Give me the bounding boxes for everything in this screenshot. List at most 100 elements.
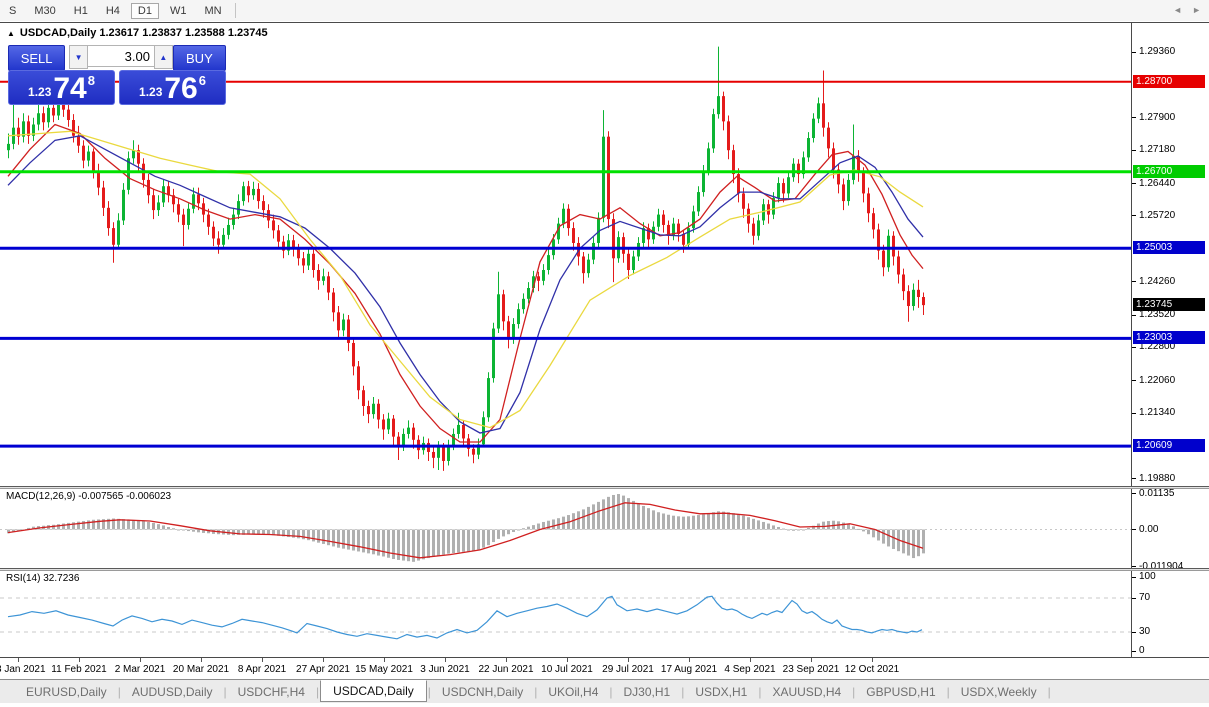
date-tick	[140, 658, 141, 662]
macd-tick	[1132, 529, 1136, 530]
tab-separator: |	[428, 685, 431, 699]
date-tick	[445, 658, 446, 662]
one-click-trading-panel: SELL ▼ ▲ BUY 1.23 74 8 1.23 76 6	[8, 45, 226, 105]
rsi-tick-label: 100	[1139, 571, 1156, 582]
price-tick	[1132, 281, 1136, 282]
price-tick-label: 1.24260	[1139, 276, 1175, 287]
buy-price-sup: 6	[199, 73, 206, 88]
tab-separator: |	[316, 685, 319, 699]
date-tick-label: 29 Jul 2021	[602, 664, 654, 675]
rsi-tick-label: 70	[1139, 592, 1150, 603]
chart-tab-gbpusd-h1[interactable]: GBPUSD,H1	[856, 682, 945, 702]
date-tick	[18, 658, 19, 662]
volume-decrease-button[interactable]: ▼	[69, 45, 88, 69]
chart-tab-usdcnh-daily[interactable]: USDCNH,Daily	[432, 682, 533, 702]
toolbar-item-d1[interactable]: D1	[131, 3, 159, 19]
macd-tick-label: 0.00	[1139, 524, 1158, 535]
chart-title: ▲ USDCAD,Daily 1.23617 1.23837 1.23588 1…	[7, 27, 268, 39]
date-tick	[567, 658, 568, 662]
buy-price-big: 76	[164, 76, 197, 102]
chart-tab-usdchf-h4[interactable]: USDCHF,H4	[228, 682, 315, 702]
rsi-canvas[interactable]	[0, 571, 1131, 657]
price-tick-label: 1.19880	[1139, 473, 1175, 484]
toolbar-item-h4[interactable]: H4	[99, 3, 127, 19]
date-tick	[811, 658, 812, 662]
tab-nav-left-icon[interactable]: ◄	[1173, 5, 1182, 15]
tab-separator: |	[758, 685, 761, 699]
sell-button[interactable]: SELL	[8, 45, 65, 71]
collapse-triangle-icon: ▲	[7, 29, 15, 38]
date-tick	[872, 658, 873, 662]
price-tick	[1132, 413, 1136, 414]
rsi-tick-label: 30	[1139, 626, 1150, 637]
toolbar-item-m30[interactable]: M30	[27, 3, 62, 19]
tab-separator: |	[852, 685, 855, 699]
rsi-tick	[1132, 651, 1136, 652]
toolbar-item-w1[interactable]: W1	[163, 3, 194, 19]
volume-increase-button[interactable]: ▲	[154, 45, 173, 69]
date-tick-label: 10 Jul 2021	[541, 664, 593, 675]
date-tick-label: 22 Jun 2021	[478, 664, 533, 675]
price-tick-label: 1.27900	[1139, 112, 1175, 123]
macd-axis: 0.011350.00-0.011904	[1131, 489, 1209, 568]
tab-separator: |	[609, 685, 612, 699]
date-tick	[201, 658, 202, 662]
sell-price-big: 74	[53, 76, 86, 102]
tab-nav: ◄ ►	[1173, 5, 1201, 15]
date-tick-label: 12 Oct 2021	[845, 664, 899, 675]
sell-price-button[interactable]: 1.23 74 8	[8, 70, 115, 105]
chart-tab-usdx-weekly[interactable]: USDX,Weekly	[951, 682, 1047, 702]
buy-button[interactable]: BUY	[173, 45, 226, 71]
toolbar-item-mn[interactable]: MN	[197, 3, 228, 19]
buy-price-prefix: 1.23	[139, 85, 162, 99]
tab-nav-right-icon[interactable]: ►	[1192, 5, 1201, 15]
toolbar-separator	[235, 3, 236, 18]
chart-tab-eurusd-daily[interactable]: EURUSD,Daily	[16, 682, 117, 702]
price-tick	[1132, 150, 1136, 151]
macd-label: MACD(12,26,9) -0.007565 -0.006023	[6, 491, 171, 502]
chart-tab-xauusd-h4[interactable]: XAUUSD,H4	[762, 682, 851, 702]
tab-separator: |	[1048, 685, 1051, 699]
toolbar-item-s[interactable]: S	[2, 3, 23, 19]
chart-tab-audusd-daily[interactable]: AUDUSD,Daily	[122, 682, 223, 702]
date-tick-label: 27 Apr 2021	[296, 664, 350, 675]
toolbar-item-h1[interactable]: H1	[67, 3, 95, 19]
bottom-strip	[0, 703, 1209, 707]
price-tick	[1132, 183, 1136, 184]
tab-separator: |	[681, 685, 684, 699]
date-axis[interactable]: 23 Jan 202111 Feb 20212 Mar 202120 Mar 2…	[0, 658, 1209, 679]
date-tick	[628, 658, 629, 662]
chart-tab-usdx-h1[interactable]: USDX,H1	[685, 682, 757, 702]
price-tick-label: 1.26440	[1139, 178, 1175, 189]
chart-tab-usdcad-daily[interactable]: USDCAD,Daily	[320, 680, 427, 702]
chart-tab-dj30-h1[interactable]: DJ30,H1	[614, 682, 681, 702]
buy-price-button[interactable]: 1.23 76 6	[119, 70, 226, 105]
price-tick-label: 1.22060	[1139, 375, 1175, 386]
date-tick-label: 8 Apr 2021	[238, 664, 286, 675]
date-tick-label: 23 Sep 2021	[783, 664, 840, 675]
chart-title-text: USDCAD,Daily 1.23617 1.23837 1.23588 1.2…	[20, 27, 268, 39]
price-tick-label: 1.21340	[1139, 407, 1175, 418]
date-tick	[79, 658, 80, 662]
hline-price-label: 1.26700	[1133, 165, 1205, 178]
price-tick	[1132, 215, 1136, 216]
macd-tick-label: 0.01135	[1139, 488, 1174, 499]
rsi-axis: 10070300	[1131, 571, 1209, 657]
chart-tab-bar: EURUSD,Daily|AUDUSD,Daily|USDCHF,H4|USDC…	[0, 679, 1209, 703]
price-tick	[1132, 117, 1136, 118]
date-tick	[262, 658, 263, 662]
volume-input[interactable]	[88, 45, 154, 67]
rsi-tick	[1132, 632, 1136, 633]
tab-separator: |	[534, 685, 537, 699]
price-tick	[1132, 315, 1136, 316]
date-tick	[323, 658, 324, 662]
price-axis[interactable]: 1.293601.279001.271801.264401.257201.242…	[1131, 23, 1209, 486]
sell-price-prefix: 1.23	[28, 85, 51, 99]
sell-price-sup: 8	[88, 73, 95, 88]
macd-tick	[1132, 493, 1136, 494]
date-tick-label: 4 Sep 2021	[724, 664, 775, 675]
chart-tab-ukoil-h4[interactable]: UKOil,H4	[538, 682, 608, 702]
date-tick-label: 3 Jun 2021	[420, 664, 470, 675]
current-price-label: 1.23745	[1133, 298, 1205, 311]
date-tick-label: 2 Mar 2021	[115, 664, 166, 675]
